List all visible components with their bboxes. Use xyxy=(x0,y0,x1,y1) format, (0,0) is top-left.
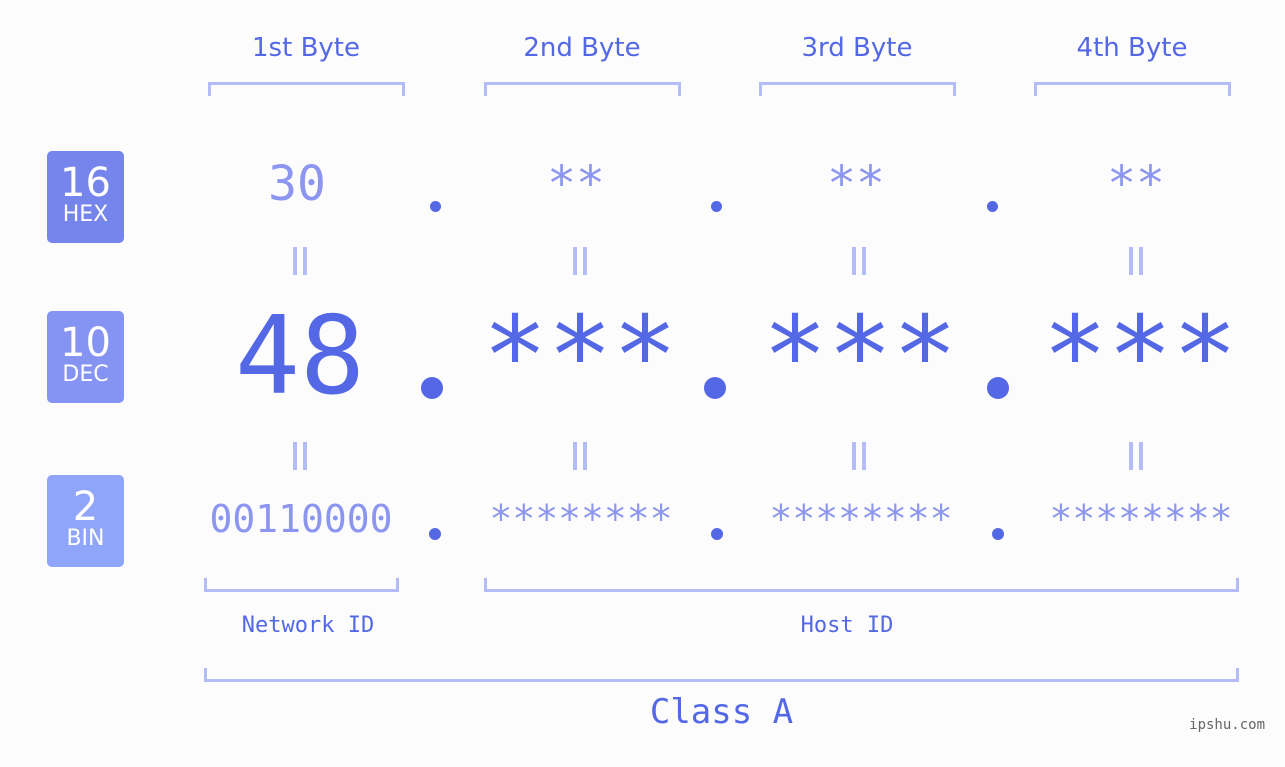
dec-badge: 10 DEC xyxy=(47,311,124,403)
hex-base-label: HEX xyxy=(62,202,109,227)
bin-base-label: BIN xyxy=(66,526,105,551)
bin-value-4: ******** xyxy=(1049,497,1233,541)
byte-bracket-2 xyxy=(484,82,681,96)
equals-icon xyxy=(1129,247,1143,275)
dec-value-3: *** xyxy=(762,294,958,419)
hex-separator-dot xyxy=(430,201,441,212)
hex-separator-dot xyxy=(987,201,998,212)
hex-value-2: ** xyxy=(547,156,605,212)
equals-icon xyxy=(852,442,866,470)
bin-badge: 2 BIN xyxy=(47,475,124,567)
hex-value-1: 30 xyxy=(268,156,326,212)
network-id-bracket xyxy=(204,578,399,592)
site-credit: ipshu.com xyxy=(1189,717,1265,733)
dec-separator-dot xyxy=(421,377,443,399)
dec-separator-dot xyxy=(704,377,726,399)
byte-header-1: 1st Byte xyxy=(252,33,360,63)
equals-icon xyxy=(852,247,866,275)
bin-separator-dot xyxy=(992,528,1004,540)
dec-separator-dot xyxy=(987,377,1009,399)
host-id-bracket xyxy=(484,578,1239,592)
class-bracket xyxy=(204,668,1239,682)
dec-base-number: 10 xyxy=(60,320,111,366)
equals-icon xyxy=(573,247,587,275)
byte-header-4: 4th Byte xyxy=(1076,33,1188,63)
dec-value-1: 48 xyxy=(234,294,366,419)
bin-value-1: 00110000 xyxy=(209,497,393,541)
bin-value-2: ******** xyxy=(489,497,673,541)
byte-bracket-4 xyxy=(1034,82,1231,96)
hex-separator-dot xyxy=(711,201,722,212)
dec-value-4: *** xyxy=(1042,294,1238,419)
dec-value-2: *** xyxy=(482,294,678,419)
equals-icon xyxy=(293,442,307,470)
bin-base-number: 2 xyxy=(72,484,99,530)
host-id-label: Host ID xyxy=(800,613,894,638)
network-id-label: Network ID xyxy=(241,613,375,638)
equals-icon xyxy=(293,247,307,275)
hex-value-4: ** xyxy=(1107,156,1165,212)
byte-bracket-1 xyxy=(208,82,405,96)
hex-base-number: 16 xyxy=(60,160,111,206)
equals-icon xyxy=(1129,442,1143,470)
byte-bracket-3 xyxy=(759,82,956,96)
hex-value-3: ** xyxy=(827,156,885,212)
byte-header-3: 3rd Byte xyxy=(801,33,913,63)
bin-separator-dot xyxy=(711,528,723,540)
bin-value-3: ******** xyxy=(769,497,953,541)
hex-badge: 16 HEX xyxy=(47,151,124,243)
equals-icon xyxy=(573,442,587,470)
byte-header-2: 2nd Byte xyxy=(523,33,641,63)
dec-base-label: DEC xyxy=(62,362,109,387)
class-label: Class A xyxy=(649,692,794,732)
bin-separator-dot xyxy=(429,528,441,540)
